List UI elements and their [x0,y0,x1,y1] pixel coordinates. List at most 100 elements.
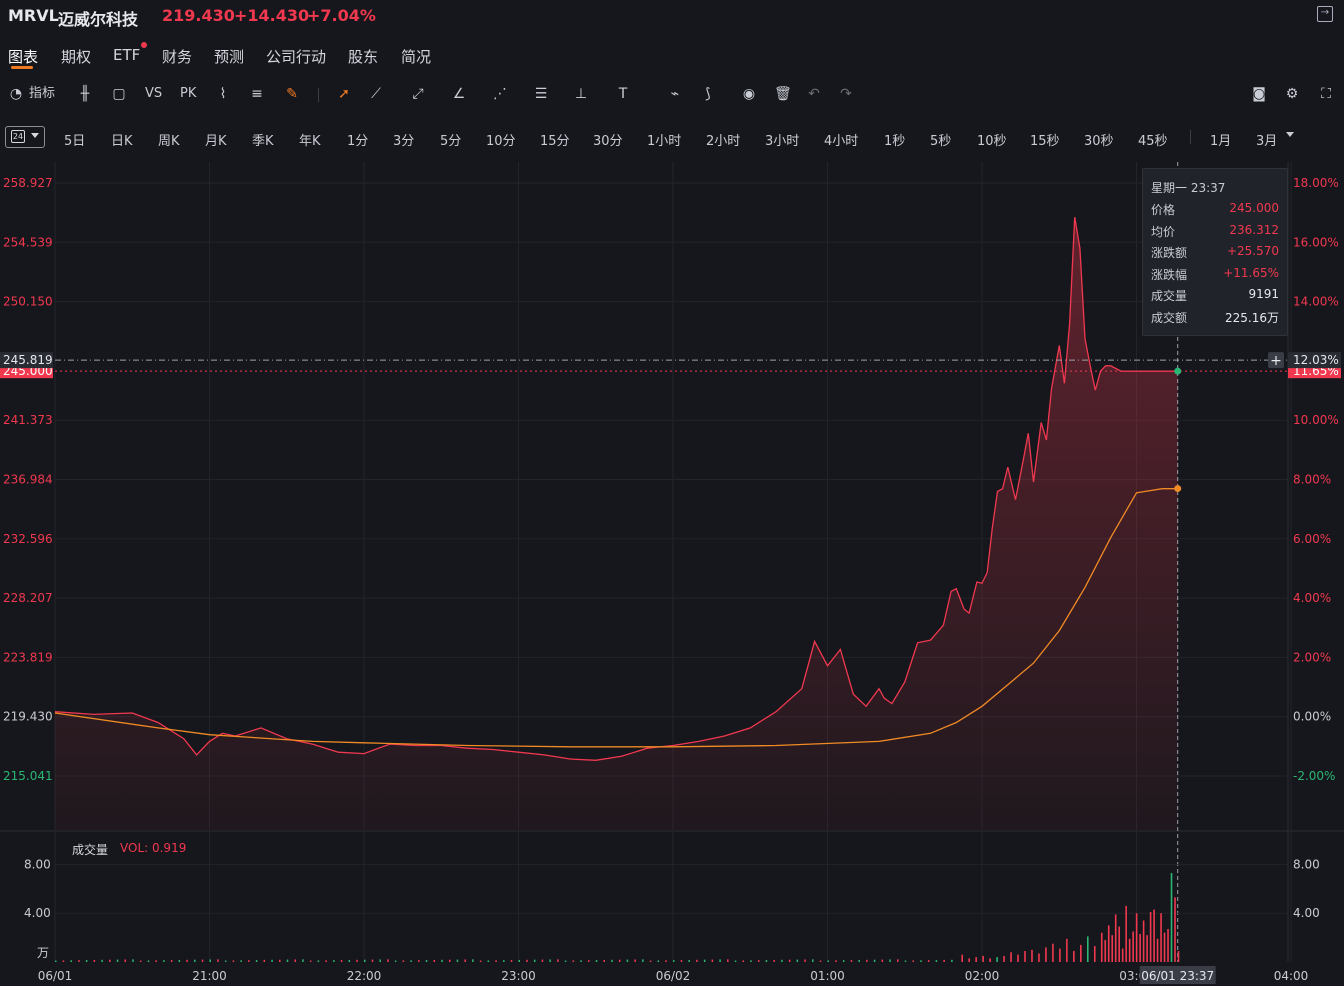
trendline-icon[interactable]: ⟋ [368,86,384,102]
pattern-icon[interactable]: ⋰ [492,86,508,102]
volume-bar [294,959,296,962]
eye-icon[interactable]: ◉ [741,86,757,102]
info-label: 成交量 [1151,289,1188,303]
volume-bar [1114,914,1117,962]
period-30m[interactable]: 30分 [593,130,623,149]
trash-icon[interactable]: 🗑 [774,86,792,102]
period-45s[interactable]: 45秒 [1138,130,1168,149]
period-5d[interactable]: 5日 [64,130,85,149]
undo-icon[interactable]: ↶ [806,86,822,102]
volume-bar [1177,951,1180,962]
period-10s[interactable]: 10秒 [977,130,1007,149]
tab-etf[interactable]: ETF [113,46,140,64]
period-2h[interactable]: 2小时 [706,130,740,149]
fullscreen-icon[interactable]: ⛶ [1318,86,1334,102]
crosshair-price-dot [1174,367,1182,375]
exit-icon[interactable]: → [1317,6,1333,22]
angle-icon[interactable]: ∠ [451,86,467,102]
period-5s[interactable]: 5秒 [930,130,951,149]
volume-bar [812,959,814,962]
volume-bar [819,960,822,962]
quote-header: MRVL 迈威尔科技 219.430 +14.430 +7.04% → [0,0,1344,32]
info-label: 均价 [1151,225,1176,239]
magnet-icon[interactable]: ⟆ [700,86,716,102]
volume-bar [495,960,497,962]
fib-icon[interactable]: ☰ [533,86,549,102]
pencil-icon[interactable]: ✎ [284,86,300,102]
volume-bar [263,959,266,962]
redo-icon[interactable]: ↷ [838,86,854,102]
period-15m[interactable]: 15分 [540,130,570,149]
period-week[interactable]: 周K [158,130,180,149]
volume-bar [951,959,953,962]
period-10m[interactable]: 10分 [486,130,516,149]
measure-icon[interactable]: ⊥ [573,86,589,102]
period-month[interactable]: 月K [205,130,227,149]
period-year[interactable]: 年K [299,130,321,149]
vol-tick-label: 4.00 [24,906,51,920]
period-bar: 5日 日K 周K 月K 季K 年K 1分 3分 5分 10分 15分 30分 1… [0,122,1344,154]
period-3m[interactable]: 3分 [393,130,414,149]
volume-bar [618,959,621,962]
period-1m[interactable]: 1分 [347,130,368,149]
volume-bar [626,959,629,962]
tab-forecast[interactable]: 预测 [214,46,244,67]
volume-bar [279,959,281,962]
info-row-price: 价格 245.000 [1151,201,1279,221]
cursor-icon[interactable]: ➚ [336,86,352,102]
plus-icon-glyph: + [1270,353,1282,369]
volume-bar [727,959,729,962]
pk-button[interactable]: PK [180,84,196,104]
candlestick-icon[interactable]: ╫ [77,86,93,102]
volume-bar [796,959,799,962]
align-icon[interactable]: ≡ [249,86,265,102]
tab-chart[interactable]: 图表 [8,46,38,67]
volume-bar [240,960,242,962]
gear-icon[interactable]: ⚙ [1284,86,1300,102]
period-15s[interactable]: 15秒 [1030,130,1060,149]
y-tick-label: 258.927 [3,176,53,190]
camera-icon[interactable]: ◙ [1251,86,1267,102]
text-icon[interactable]: T [615,86,631,102]
volume-bar [1010,952,1012,962]
y-pct-tick-label: 10.00% [1293,413,1339,427]
chevron-down-icon[interactable] [1286,132,1294,137]
tab-financials[interactable]: 财务 [162,46,192,67]
indicator-button[interactable]: 指标 [29,84,55,104]
period-3h[interactable]: 3小时 [765,130,799,149]
vs-button[interactable]: VS [145,84,162,104]
period-30s[interactable]: 30秒 [1084,130,1114,149]
volume-bar [703,959,706,962]
tab-options[interactable]: 期权 [61,46,91,67]
square-icon[interactable]: ▢ [111,86,127,102]
volume-bar [194,959,196,962]
company-name: 迈威尔科技 [58,10,139,29]
period-3mo[interactable]: 3月 [1256,130,1277,149]
drawing-toolbar: ◔ 指标 ╫ ▢ VS PK ⌇ ≡ ✎ ➚ ⟋ ⤢ ∠ ⋰ ☰ ⊥ T ⌁ ⟆… [0,80,1344,108]
period-1s[interactable]: 1秒 [884,130,905,149]
volume-bar [1174,897,1176,962]
volume-bar [448,959,451,962]
brush-icon[interactable]: ⌁ [667,86,683,102]
period-1mo[interactable]: 1月 [1210,130,1231,149]
period-1h[interactable]: 1小时 [647,130,681,149]
tab-shareholders[interactable]: 股东 [348,46,378,67]
ray-icon[interactable]: ⤢ [410,86,426,102]
volume-bar [55,960,57,962]
volume-bar [526,959,528,962]
gauge-icon[interactable]: ◔ [8,86,24,102]
period-day[interactable]: 日K [111,130,133,149]
volume-bar [711,959,714,962]
period-4h[interactable]: 4小时 [824,130,858,149]
tab-profile[interactable]: 简况 [401,46,431,67]
period-5m[interactable]: 5分 [440,130,461,149]
x-tick-label: 02:00 [965,969,1000,983]
volume-value: VOL: 0.919 [120,841,187,855]
chart-type-icon[interactable]: ⌇ [215,86,231,102]
tab-corporate-actions[interactable]: 公司行动 [266,46,326,67]
period-quarter[interactable]: 季K [252,130,274,149]
volume-bar [588,960,590,962]
volume-bar [1135,913,1138,962]
y-pct-tick-label: 4.00% [1293,591,1331,605]
etf-badge [141,42,147,48]
